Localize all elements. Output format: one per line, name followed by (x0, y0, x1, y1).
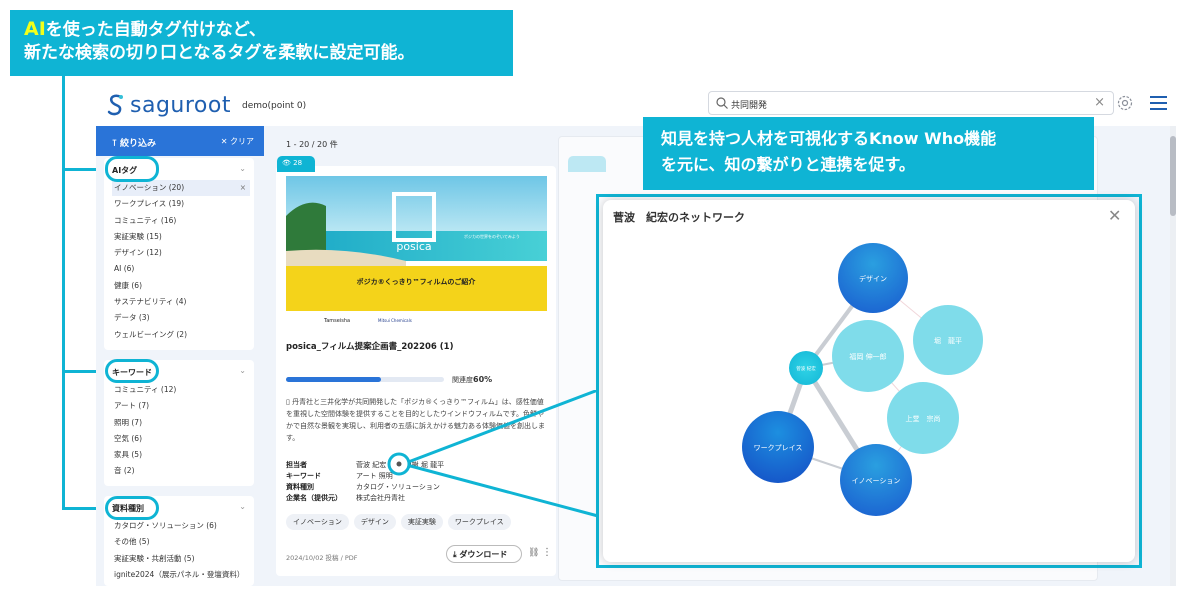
callout-right-line1: 知見を持つ人材を可視化するKnow Who機能 (661, 129, 997, 148)
card-thumbnail[interactable]: posica ポジカの世界をのぞいてみよう ポジカ®くっきり™フィルムのご紹介 … (286, 176, 547, 326)
close-icon[interactable]: × (1094, 95, 1105, 110)
node-label: ワークプレイス (754, 444, 803, 452)
ai-tag-item[interactable]: 健康 (6) (112, 278, 250, 294)
node-label: デザイン (859, 274, 887, 283)
menu-icon[interactable] (1150, 96, 1167, 110)
result-count: 1 - 20 / 20 件 (286, 140, 338, 149)
doctype-list: カタログ・ソリューション (6) その他 (5) 実証実験・共創活動 (5) i… (112, 518, 250, 583)
doctype-item[interactable]: 実証実験・共創活動 (5) (112, 551, 250, 567)
node-label: 福岡 伸一郎 (849, 352, 886, 361)
close-icon[interactable]: ✕ (1108, 206, 1121, 225)
ai-tag-panel: AIタグ ⌄ イノベーション (20) × ワークプレイス (19) コミュニティ… (104, 158, 254, 350)
ai-tag-item[interactable]: デザイン (12) (112, 245, 250, 261)
share-connector (387, 390, 599, 518)
ai-tag-item[interactable]: イノベーション (20) × (112, 180, 250, 197)
view-badge: 👁 28 (277, 156, 315, 172)
keyword-item[interactable]: アート (7) (112, 398, 250, 414)
thumb-banner: ポジカ®くっきり™フィルムのご紹介 (357, 277, 477, 286)
gear-icon[interactable] (1116, 94, 1134, 112)
tag-chip[interactable]: イノベーション (286, 514, 349, 530)
ai-tag-item[interactable]: 実証実験 (15) (112, 229, 250, 245)
relevance-text: 関連度60% (452, 375, 493, 384)
link-icon[interactable]: ⛓ (528, 548, 539, 558)
card-title[interactable]: posica_フィルム提案企画書_202206 (1) (286, 340, 453, 352)
chevron-down-icon[interactable]: ⌄ (239, 164, 246, 173)
user-label[interactable]: demo(point 0) (242, 101, 306, 111)
highlight-ai-tag (105, 156, 159, 182)
node-label: 上堂 宗尚 (906, 414, 941, 423)
close-icon[interactable]: × (240, 180, 246, 196)
chevron-down-icon[interactable]: ⌄ (239, 502, 246, 511)
node-label: 菅波 紀宏 (796, 365, 816, 372)
doctype-item[interactable]: ignite2024（展示パネル・登壇資料） (112, 567, 250, 583)
keyword-item[interactable]: 音 (2) (112, 463, 250, 479)
callout-line1: を使った自動タグ付けなど、 (45, 20, 266, 40)
callout-top: AIを使った自動タグ付けなど、 新たな検索の切り口となるタグを柔軟に設定可能。 (10, 10, 513, 76)
node-label: 堀 龍平 (934, 336, 962, 345)
logo-icon (107, 94, 123, 116)
callout-ai: AI (24, 18, 46, 40)
relevance-fill (286, 377, 381, 382)
connector-vertical (62, 76, 65, 510)
filter-title: ⊺ 絞り込み (112, 139, 157, 149)
highlight-keyword (105, 359, 159, 383)
ai-tag-item[interactable]: ウェルビーイング (2) (112, 327, 250, 343)
ai-tag-item[interactable]: サステナビリティ (4) (112, 294, 250, 310)
ai-tag-list: イノベーション (20) × ワークプレイス (19) コミュニティ (16) 実… (112, 180, 250, 343)
search-icon (716, 97, 728, 109)
filter-header: ⊺ 絞り込み ✕ クリア (96, 126, 264, 156)
doctype-item[interactable]: カタログ・ソリューション (6) (112, 518, 250, 534)
chevron-down-icon[interactable]: ⌄ (239, 366, 246, 375)
highlight-doctype (105, 496, 159, 520)
logo-text: saguroot (130, 92, 231, 118)
search-value: 共同開発 (731, 101, 768, 111)
keyword-item[interactable]: 家具 (5) (112, 447, 250, 463)
ai-tag-item[interactable]: コミュニティ (16) (112, 213, 250, 229)
keyword-item[interactable]: 照明 (7) (112, 415, 250, 431)
thumb-logo: posica (396, 240, 431, 253)
node-label: イノベーション (852, 477, 901, 485)
ai-tag-item[interactable]: AI (6) (112, 261, 250, 277)
relevance-bar (286, 377, 444, 382)
keyword-item[interactable]: 空気 (6) (112, 431, 250, 447)
thumb-tagline: ポジカの世界をのぞいてみよう (464, 233, 520, 239)
thumb-company-2: Mitsui Chemicals (378, 318, 412, 323)
search-input[interactable]: 共同開発 × (708, 91, 1114, 115)
modal-title: 菅波 紀宏のネットワーク (613, 211, 745, 224)
keyword-item[interactable]: コミュニティ (12) (112, 382, 250, 398)
eye-icon: 👁 (282, 159, 291, 167)
doctype-item[interactable]: その他 (5) (112, 534, 250, 550)
keyword-list: コミュニティ (12) アート (7) 照明 (7) 空気 (6) 家具 (5)… (112, 382, 250, 480)
filter-clear-button[interactable]: ✕ クリア (221, 136, 254, 147)
card-footer: 2024/10/02 投稿 / PDF (286, 554, 358, 562)
download-button[interactable]: ⤓ ダウンロード (446, 545, 522, 563)
network-graph: デザイン 堀 龍平 福岡 伸一郎 菅波 紀宏 上堂 宗尚 ワークプレイス イノベ… (742, 243, 983, 516)
logo[interactable]: saguroot (106, 92, 231, 118)
callout-line2: 新たな検索の切り口となるタグを柔軟に設定可能。 (24, 43, 415, 63)
more-icon[interactable]: ⋮ (542, 547, 552, 558)
scrollbar-thumb[interactable] (1170, 136, 1176, 216)
callout-right: 知見を持つ人材を可視化するKnow Who機能 を元に、知の繋がりと連携を促す。 (643, 117, 1094, 190)
share-icon[interactable] (396, 461, 402, 467)
callout-right-line2: を元に、知の繋がりと連携を促す。 (661, 155, 915, 174)
ai-tag-item[interactable]: ワークプレイス (19) (112, 196, 250, 212)
ai-tag-item[interactable]: データ (3) (112, 310, 250, 326)
scrollbar[interactable] (1170, 126, 1176, 586)
view-badge-2 (568, 156, 606, 172)
thumb-company-1: Tamseisha (323, 318, 350, 324)
